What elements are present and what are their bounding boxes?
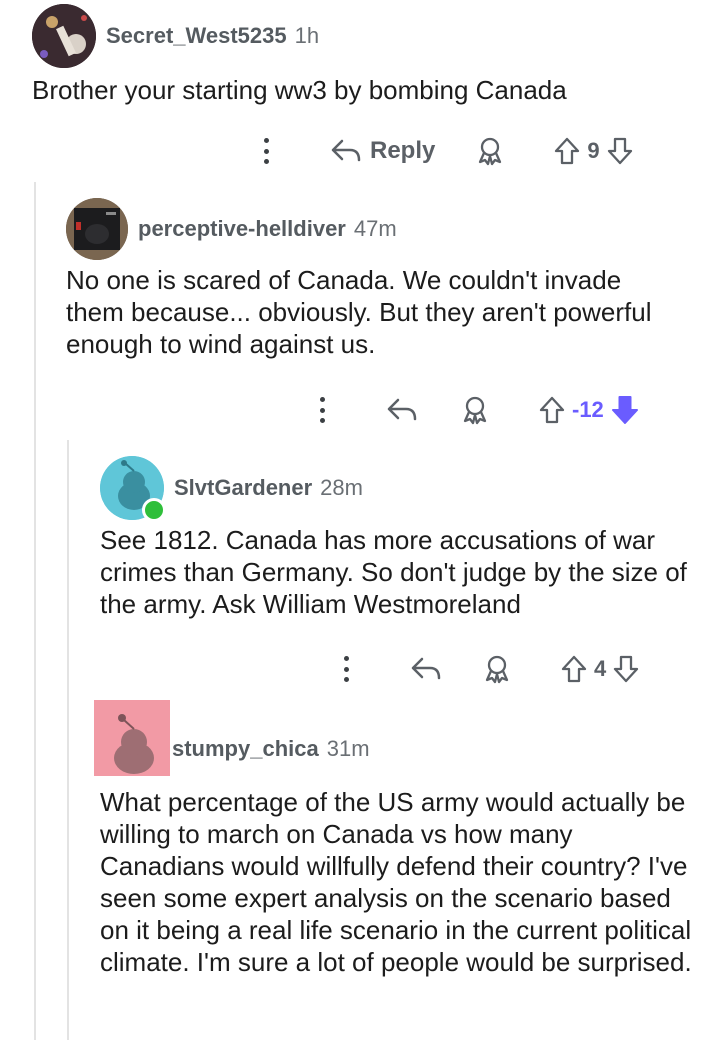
more-options-button[interactable] [342, 656, 350, 682]
username[interactable]: Secret_West5235 [106, 23, 287, 49]
comment-text: No one is scared of Canada. We couldn't … [66, 265, 652, 359]
upvote-arrow-icon[interactable] [538, 395, 566, 425]
reply-arrow-icon [387, 398, 417, 421]
more-options-icon [318, 397, 326, 423]
vote-count: 4 [594, 656, 607, 681]
upvote-arrow-icon[interactable] [553, 136, 581, 166]
more-options-button[interactable] [318, 397, 326, 423]
vote-count: 9 [587, 138, 600, 163]
timestamp: 31m [326, 736, 370, 761]
downvote-arrow-icon[interactable] [612, 654, 640, 684]
award-icon [479, 137, 502, 166]
award-icon [463, 396, 487, 425]
timestamp: 47m [353, 216, 397, 241]
comment-text: What percentage of the US army would act… [100, 787, 692, 977]
vote-count: -12 [572, 397, 604, 422]
award-button[interactable] [475, 136, 505, 166]
reply-arrow-icon [411, 657, 441, 680]
upvote-arrow-icon[interactable] [560, 654, 588, 684]
reply-button[interactable] [410, 655, 442, 683]
avatar[interactable] [32, 4, 96, 68]
comment-actions: -12 [318, 394, 640, 426]
username[interactable]: stumpy_chica [172, 736, 319, 762]
reply-button[interactable]: Reply [330, 137, 435, 165]
award-button[interactable] [460, 395, 490, 425]
avatar[interactable] [100, 456, 166, 522]
downvote-arrow-icon[interactable] [606, 136, 634, 166]
comment-actions: Reply 9 [262, 136, 634, 166]
comment-actions: 4 [342, 654, 640, 684]
online-status-indicator [142, 498, 166, 522]
comment-header: SlvtGardener 28m [100, 456, 710, 522]
comment-3: SlvtGardener 28m See 1812. Canada has mo… [100, 456, 710, 620]
award-button[interactable] [482, 654, 512, 684]
more-options-button[interactable] [262, 138, 270, 164]
thread-line-level-2[interactable] [67, 440, 69, 1040]
vote-group: -12 [538, 394, 640, 426]
timestamp: 1h [294, 23, 320, 48]
downvote-arrow-icon-active[interactable] [610, 394, 640, 426]
reply-arrow-icon [331, 139, 361, 162]
avatar[interactable] [66, 198, 128, 260]
award-icon [485, 655, 509, 684]
username[interactable]: perceptive-helldiver [138, 216, 346, 242]
comment-2: perceptive-helldiver 47m No one is scare… [66, 198, 706, 360]
comment-header: stumpy_chica 31m [94, 700, 710, 776]
more-options-icon [342, 656, 350, 682]
reply-button[interactable] [386, 396, 418, 424]
reply-label: Reply [370, 137, 436, 164]
comment-4: stumpy_chica 31m What percentage of the … [94, 700, 710, 978]
comment-text: See 1812. Canada has more accusations of… [100, 525, 687, 619]
username[interactable]: SlvtGardener [174, 475, 312, 501]
comment-header: perceptive-helldiver 47m [66, 198, 706, 260]
vote-group: 9 [553, 136, 633, 166]
comment-text: Brother your starting ww3 by bombing Can… [32, 75, 567, 105]
vote-group: 4 [560, 654, 640, 684]
thread-line-level-1[interactable] [34, 182, 36, 1040]
more-options-icon [262, 138, 270, 164]
avatar[interactable] [94, 700, 170, 776]
timestamp: 28m [320, 475, 363, 500]
comment-1: Secret_West5235 1h Brother your starting… [32, 4, 712, 106]
comment-header: Secret_West5235 1h [32, 4, 712, 68]
